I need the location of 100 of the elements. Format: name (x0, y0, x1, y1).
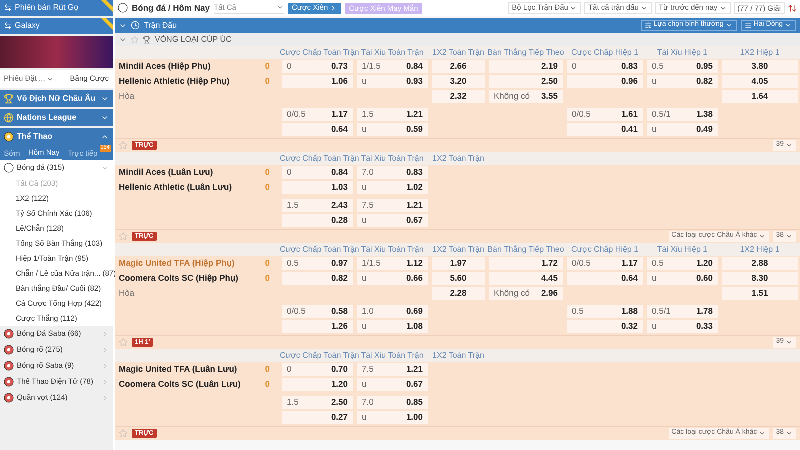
odds-button[interactable]: 7.5 1.21 (357, 363, 428, 376)
score: 0 (265, 272, 270, 285)
odds-button[interactable]: 1.5 2.50 (282, 396, 353, 409)
chevron-down-icon (759, 233, 766, 240)
star-icon[interactable] (119, 232, 128, 241)
odds-button[interactable]: 0.28 (282, 214, 353, 227)
odds-button[interactable]: Không có 3.55 (489, 90, 563, 103)
odds-button[interactable]: 0.5 1.20 (647, 257, 718, 270)
odds-button[interactable]: 2.50 (489, 75, 563, 88)
breadcrumb: Bóng đá / Hôm Nay (132, 2, 210, 14)
odds-button[interactable]: 0.32 (567, 320, 643, 333)
odds-button[interactable]: 2.66 (432, 60, 485, 73)
odds-button[interactable]: 1.72 (489, 257, 563, 270)
score: 0 (265, 60, 270, 73)
promo-banner-placeholder[interactable] (0, 36, 113, 68)
column-header: 1X2 Toàn Trận (432, 46, 486, 58)
odds-button[interactable]: 1.97 (432, 257, 485, 270)
odds-button[interactable]: 0.82 (282, 272, 353, 285)
sidebar-section[interactable]: Nations League (0, 109, 113, 126)
odds-button[interactable]: 0 0.84 (282, 166, 353, 179)
odds-button[interactable]: u 0.33 (647, 320, 718, 333)
odds-button[interactable]: u 0.93 (357, 75, 428, 88)
star-icon[interactable] (119, 141, 128, 150)
odds-button[interactable]: 3.20 (432, 75, 485, 88)
sort-icon[interactable] (788, 4, 797, 12)
odds-button[interactable]: 7.5 1.21 (357, 199, 428, 212)
odds-button[interactable]: 1.26 (282, 320, 353, 333)
odds-button[interactable]: 0.5 1.88 (567, 305, 643, 318)
odds-button[interactable]: 0 0.83 (567, 60, 643, 73)
team-name: Magic United TFA (Hiệp Phụ) (119, 257, 235, 270)
odds-button[interactable]: 0.5 0.97 (282, 257, 353, 270)
team-name: Magic United TFA (Luân Lưu) (119, 363, 238, 376)
odds-button[interactable]: u 0.66 (357, 272, 428, 285)
odds-button[interactable]: 0.64 (567, 272, 643, 285)
odds-button[interactable]: 4.45 (489, 272, 563, 285)
odds-button[interactable]: 8.30 (722, 272, 798, 285)
column-header: Cược Chấp Hiệp 1 (570, 46, 640, 58)
draw-label: Hòa (119, 287, 135, 300)
odds-button[interactable]: 2.19 (489, 60, 563, 73)
chevron-down-icon (720, 4, 727, 12)
odds-button[interactable]: 0/0.5 1.17 (567, 257, 643, 270)
odds-button[interactable]: Không có 2.96 (489, 287, 563, 300)
odds-button[interactable]: 2.88 (722, 257, 798, 270)
star-icon[interactable] (119, 429, 128, 438)
version-button[interactable]: Galaxy (0, 18, 113, 34)
chevron-down-icon (786, 142, 793, 149)
odds-button[interactable]: 1.0 0.69 (357, 305, 428, 318)
odds-button[interactable]: u 0.49 (647, 123, 718, 136)
new-ribbon-icon (101, 18, 113, 30)
odds-button[interactable]: u 1.02 (357, 181, 428, 194)
odds-button[interactable]: 1.5 1.21 (357, 108, 428, 121)
odds-button[interactable]: 0/0.5 1.17 (282, 108, 353, 121)
odds-button[interactable]: 1.06 (282, 75, 353, 88)
odds-button[interactable]: 0/0.5 0.58 (282, 305, 353, 318)
ball-icon (4, 163, 14, 173)
column-header: 1X2 Toàn Trận (432, 152, 486, 164)
odds-button[interactable]: 7.0 0.83 (357, 166, 428, 179)
star-icon[interactable] (131, 36, 139, 44)
odds-button[interactable]: u 0.60 (647, 272, 718, 285)
odds-button[interactable]: 7.0 0.85 (357, 396, 428, 409)
odds-button[interactable]: 0.96 (567, 75, 643, 88)
odds-button[interactable]: 0.5/1 1.78 (647, 305, 718, 318)
odds-button[interactable]: 1.20 (282, 378, 353, 391)
trophy-icon (143, 36, 151, 44)
odds-button[interactable]: 1/1.5 0.84 (357, 60, 428, 73)
version-button[interactable]: Phiên bản Rút Gọ (0, 0, 113, 16)
sidebar-section[interactable]: Thể Thao (0, 128, 113, 145)
chevron-down-icon (276, 4, 284, 11)
team-name: Hellenic Athletic (Hiệp Phụ) (119, 75, 230, 88)
chevron-down-icon (759, 430, 766, 437)
odds-button[interactable]: 1.51 (722, 287, 798, 300)
odds-button[interactable]: 2.28 (432, 287, 485, 300)
odds-button[interactable]: 0/0.5 1.61 (567, 108, 643, 121)
odds-button[interactable]: 0.64 (282, 123, 353, 136)
odds-button[interactable]: 4.05 (722, 75, 798, 88)
odds-button[interactable]: 2.32 (432, 90, 485, 103)
odds-button[interactable]: 5.60 (432, 272, 485, 285)
chevron-down-icon (640, 4, 648, 12)
sliders-icon (644, 22, 652, 29)
odds-button[interactable]: u 0.67 (357, 214, 428, 227)
odds-button[interactable]: 0.5/1 1.38 (647, 108, 718, 121)
odds-button[interactable]: 3.80 (722, 60, 798, 73)
star-icon[interactable] (119, 338, 128, 347)
odds-button[interactable]: 0.27 (282, 411, 353, 424)
odds-button[interactable]: 1/1.5 1.12 (357, 257, 428, 270)
odds-button[interactable]: u 0.59 (357, 123, 428, 136)
odds-button[interactable]: u 1.08 (357, 320, 428, 333)
odds-button[interactable]: 0 0.73 (282, 60, 353, 73)
odds-button[interactable]: 1.64 (722, 90, 798, 103)
odds-button[interactable]: u 0.67 (357, 378, 428, 391)
column-header: Tài Xỉu Hiệp 1 (656, 46, 709, 58)
odds-button[interactable]: 0.5 0.95 (647, 60, 718, 73)
odds-button[interactable]: u 1.00 (357, 411, 428, 424)
odds-button[interactable]: 1.03 (282, 181, 353, 194)
odds-button[interactable]: u 0.82 (647, 75, 718, 88)
sidebar-section[interactable]: Vô Địch Nữ Châu Âu (0, 90, 113, 107)
odds-button[interactable]: 0.41 (567, 123, 643, 136)
chevron-right-icon (330, 4, 338, 12)
odds-button[interactable]: 0 0.70 (282, 363, 353, 376)
odds-button[interactable]: 1.5 2.43 (282, 199, 353, 212)
